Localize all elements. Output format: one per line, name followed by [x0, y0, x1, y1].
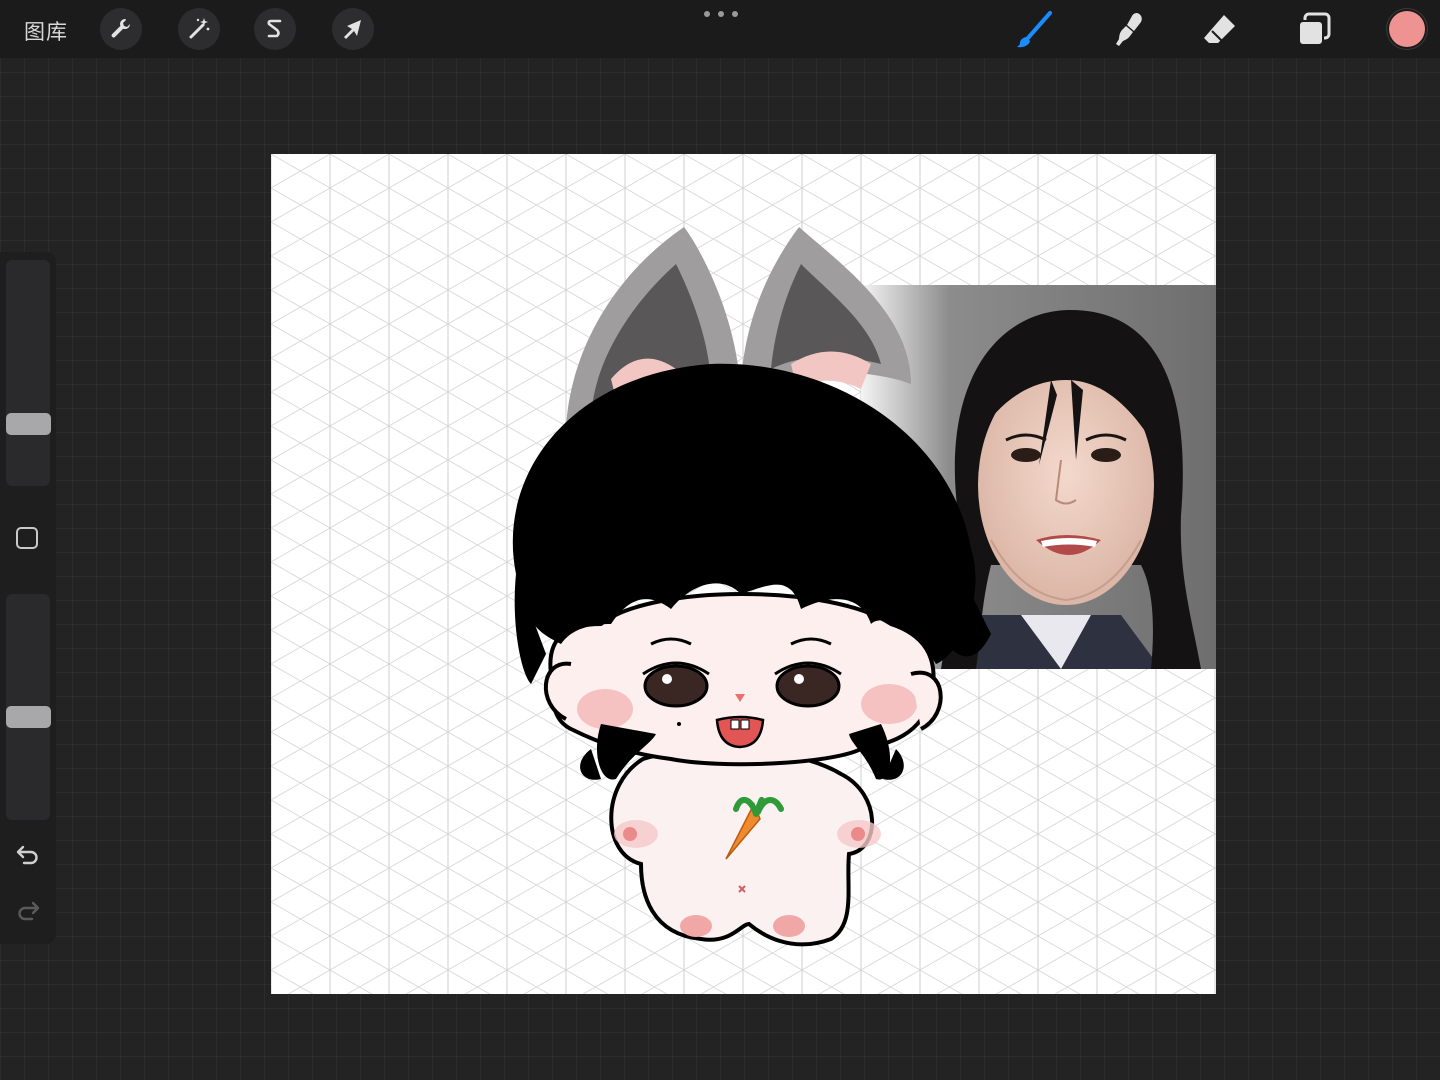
magic-wand-icon: [189, 18, 210, 39]
brush-button[interactable]: [1014, 10, 1054, 50]
more-dot: [732, 11, 738, 17]
left-sidebar: [0, 252, 56, 944]
eraser-button[interactable]: [1200, 10, 1240, 50]
selection-button[interactable]: [254, 8, 296, 50]
eraser-icon: [1204, 15, 1235, 43]
adjustments-button[interactable]: [178, 8, 220, 50]
top-toolbar: 图库: [0, 0, 1440, 58]
wrench-icon: [111, 19, 131, 38]
gallery-button[interactable]: 图库: [24, 16, 68, 46]
brush-icon: [1017, 11, 1052, 48]
redo-icon: [18, 901, 40, 921]
selection-s-icon: [267, 19, 282, 38]
undo-button[interactable]: [14, 841, 42, 869]
more-options-handle[interactable]: [704, 9, 738, 19]
brush-size-slider-thumb[interactable]: [6, 413, 51, 435]
color-picker-button[interactable]: [1389, 11, 1425, 47]
more-dot: [704, 11, 710, 17]
actions-button[interactable]: [100, 8, 142, 50]
opacity-slider-thumb[interactable]: [6, 706, 51, 729]
brush-size-slider[interactable]: [6, 260, 50, 486]
undo-icon: [16, 845, 38, 865]
smudge-button[interactable]: [1108, 10, 1148, 50]
chibi-bunny-artwork: [512, 227, 991, 947]
layers-icon: [1298, 12, 1331, 46]
layers-button[interactable]: [1294, 10, 1334, 50]
arrow-cursor-icon: [344, 20, 361, 39]
smudge-icon: [1116, 13, 1142, 46]
drawing-canvas[interactable]: [271, 154, 1216, 994]
redo-button[interactable]: [14, 897, 42, 925]
more-dot: [718, 11, 724, 17]
transform-button[interactable]: [332, 8, 374, 50]
modify-button[interactable]: [16, 527, 38, 549]
